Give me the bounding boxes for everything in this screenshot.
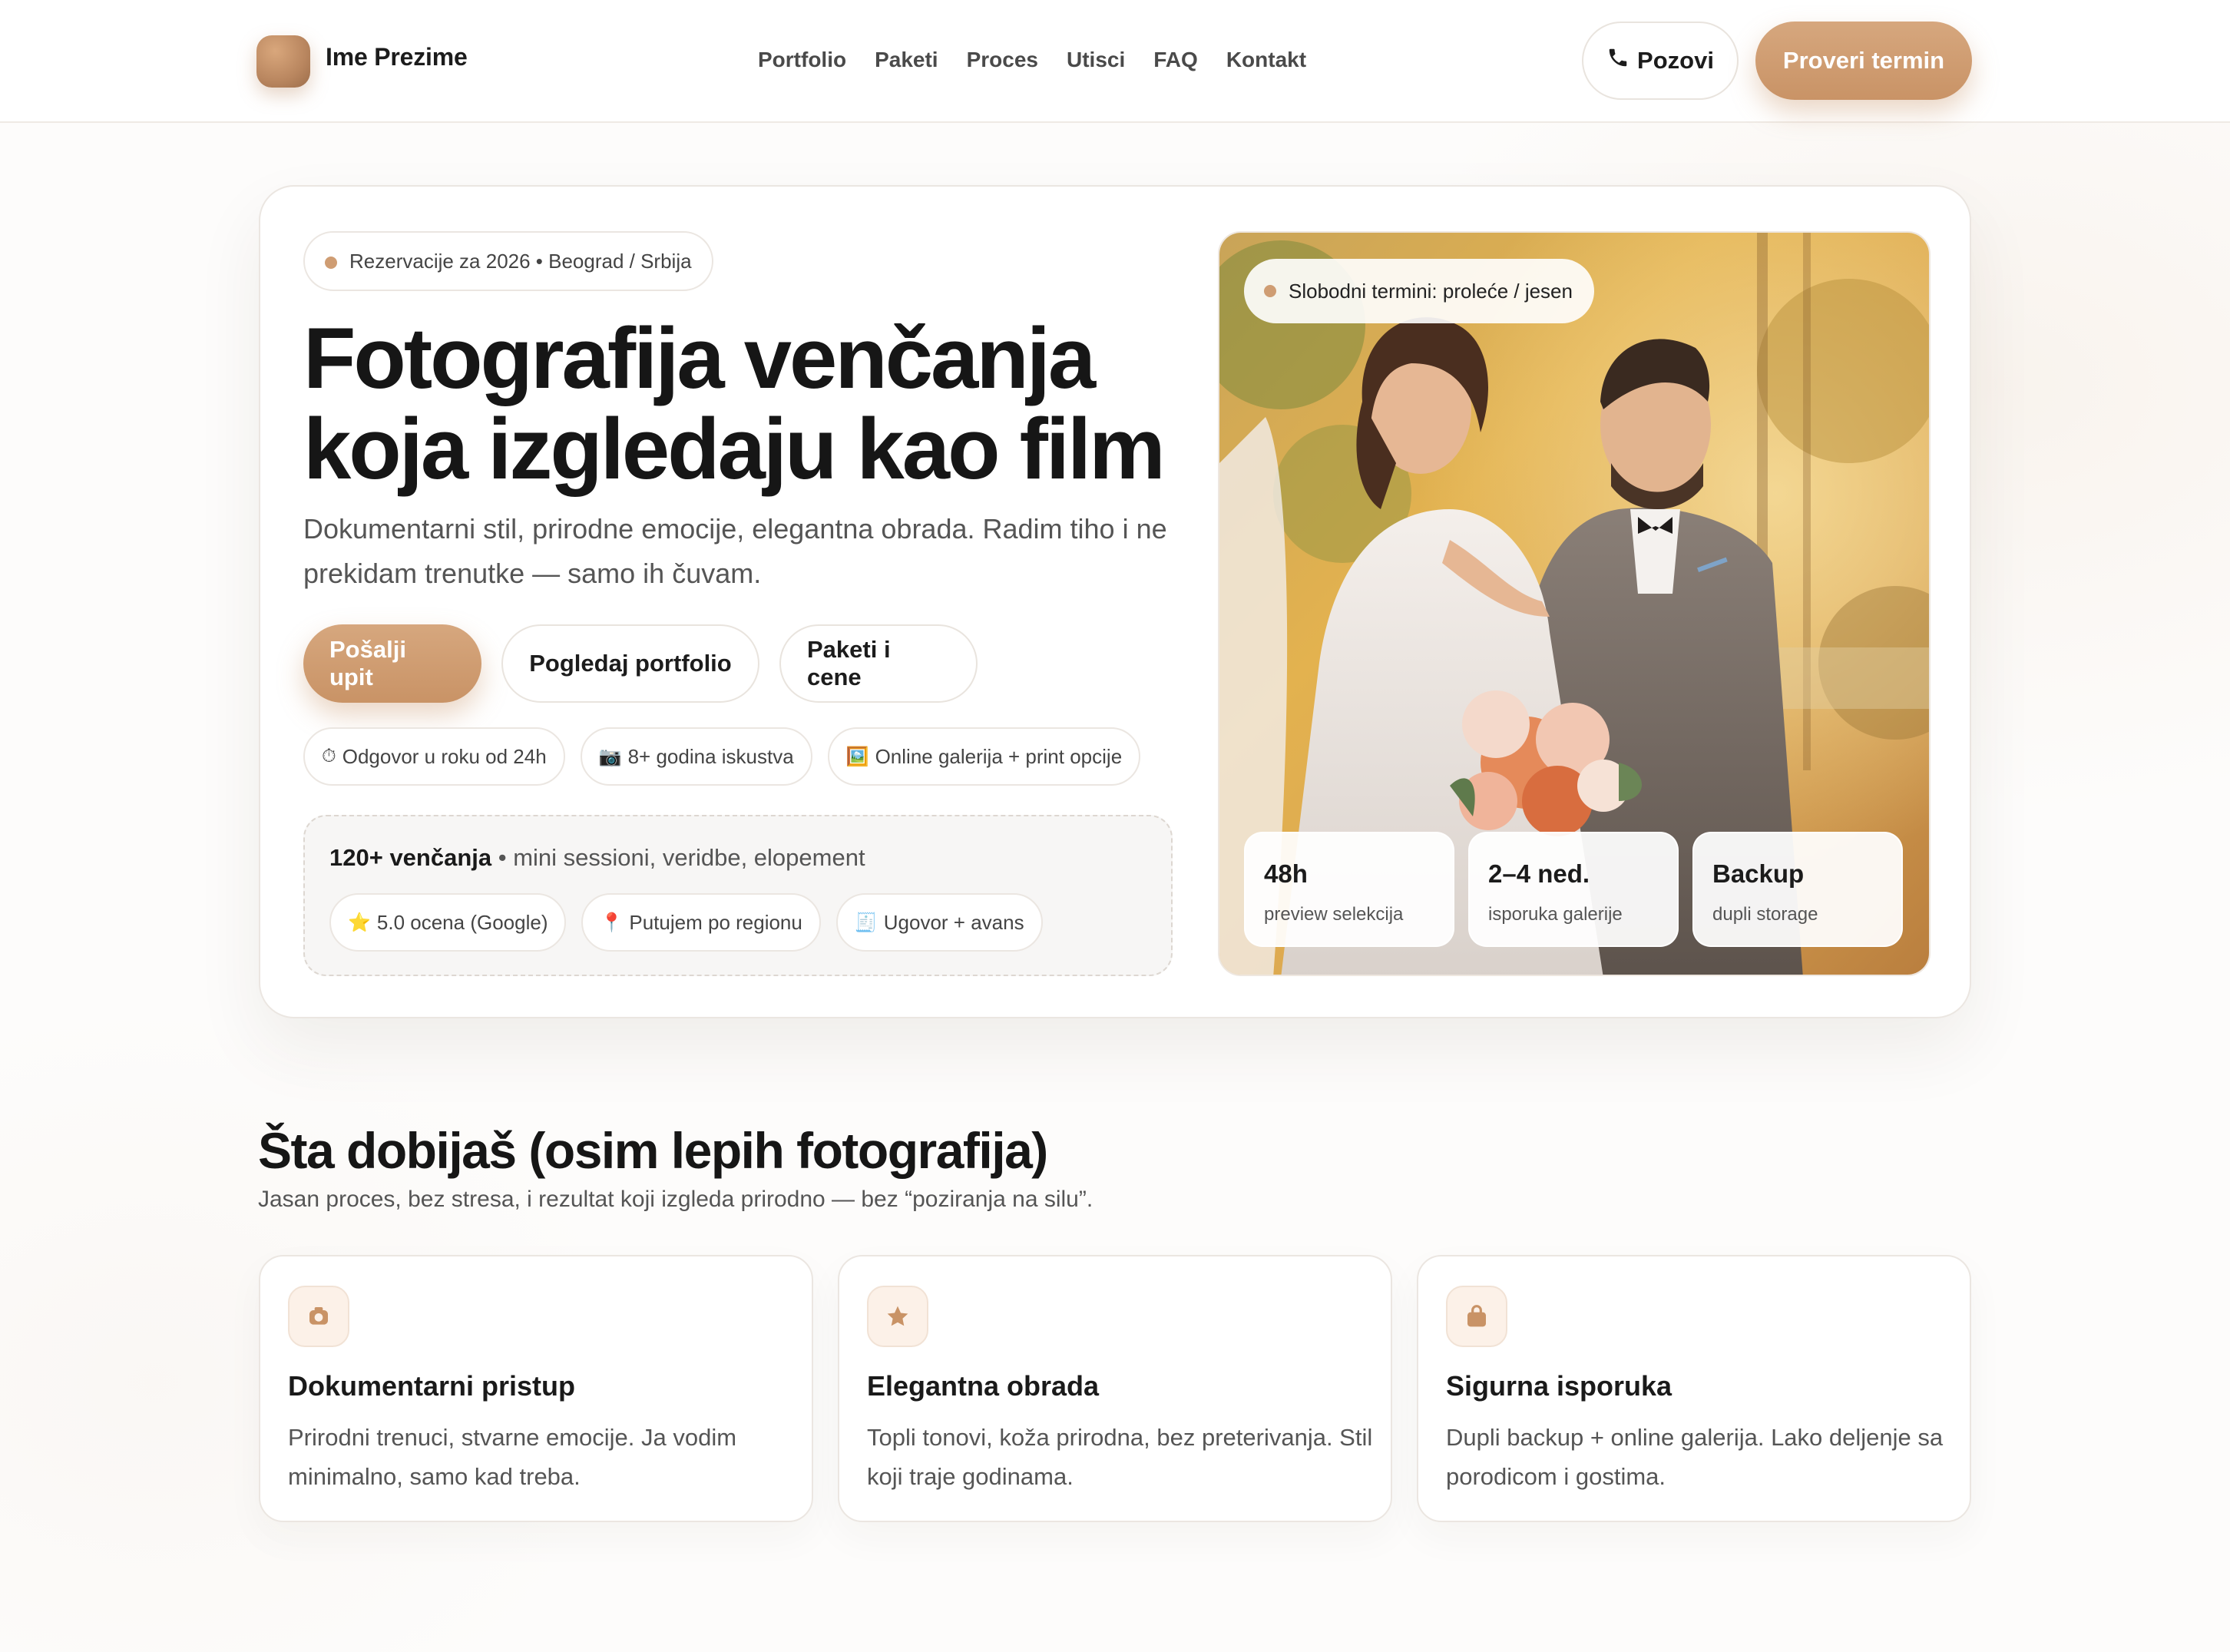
camera-icon: 📷 xyxy=(598,746,622,767)
feature-text: Topli tonovi, koža prirodna, bez preteri… xyxy=(867,1424,1373,1490)
feature-title: Elegantna obrada xyxy=(867,1370,1100,1402)
stats-chip-row: ⭐ 5.0 ocena (Google) 📍 Putujem po region… xyxy=(329,893,1043,952)
hero-card: Rezervacije za 2026 • Beograd / Srbija F… xyxy=(259,185,1971,1018)
travel-chip: 📍 Putujem po regionu xyxy=(581,893,821,952)
hero-cta-row: Pošalji upit Pogledaj portfolio Paketi i… xyxy=(303,624,978,703)
call-button[interactable]: Pozovi xyxy=(1582,22,1739,100)
delivery-stat-card: 2–4 ned. isporuka galerije xyxy=(1468,832,1679,947)
reservation-badge-text: Rezervacije za 2026 • Beograd / Srbija xyxy=(349,249,692,273)
phone-icon xyxy=(1606,46,1629,75)
stats-headline-rest: • mini sessioni, veridbe, elopement xyxy=(491,844,865,871)
star-icon xyxy=(867,1286,928,1347)
stopwatch-icon: ⏱ xyxy=(322,746,336,766)
feature-card-delivery: Sigurna isporuka Dupli backup + online g… xyxy=(1417,1255,1971,1522)
check-date-button[interactable]: Proveri termin xyxy=(1755,22,1972,100)
response-time-chip: ⏱ Odgovor u roku od 24h xyxy=(303,727,565,786)
travel-chip-text: Putujem po regionu xyxy=(629,910,802,934)
nav-item-kontakt[interactable]: Kontakt xyxy=(1226,48,1306,72)
features-title: Šta dobijaš (osim lepih fotografija) xyxy=(258,1122,1048,1179)
nav-item-portfolio[interactable]: Portfolio xyxy=(758,48,846,72)
status-dot-icon xyxy=(325,257,337,269)
hero-chip-row: ⏱ Odgovor u roku od 24h 📷 8+ godina isku… xyxy=(303,727,1141,786)
free-dates-text: Slobodni termini: proleće / jesen xyxy=(1289,279,1573,303)
stats-box: 120+ venčanja • mini sessioni, veridbe, … xyxy=(303,815,1173,976)
response-time-chip-text: Odgovor u roku od 24h xyxy=(342,744,547,768)
stats-headline: 120+ venčanja • mini sessioni, veridbe, … xyxy=(329,844,865,872)
pin-icon: 📍 xyxy=(600,912,624,933)
backup-stat-card: Backup dupli storage xyxy=(1692,832,1903,947)
packages-prices-button[interactable]: Paketi i cene xyxy=(779,624,978,703)
feature-text: Prirodni trenuci, stvarne emocije. Ja vo… xyxy=(288,1424,737,1490)
gallery-chip: 🖼️ Online galerija + print opcije xyxy=(827,727,1141,786)
status-dot-icon xyxy=(1264,285,1276,297)
experience-chip: 📷 8+ godina iskustva xyxy=(580,727,812,786)
hero-title-line-2: koja izgledaju kao film xyxy=(303,401,1166,497)
logo-icon[interactable] xyxy=(256,35,310,88)
feature-title: Sigurna isporuka xyxy=(1446,1370,1672,1402)
nav-item-paketi[interactable]: Paketi xyxy=(875,48,938,72)
feature-title: Dokumentarni pristup xyxy=(288,1370,576,1402)
wedding-couple-photo: Slobodni termini: proleće / jesen 48h pr… xyxy=(1218,231,1931,976)
star-icon: ⭐ xyxy=(348,912,371,933)
contract-chip: 🧾 Ugovor + avans xyxy=(835,893,1043,952)
preview-stat-card: 48h preview selekcija xyxy=(1244,832,1454,947)
send-inquiry-button[interactable]: Pošalji upit xyxy=(303,624,481,703)
rating-chip-text: 5.0 ocena (Google) xyxy=(376,910,548,934)
weddings-count: 120+ venčanja xyxy=(329,844,492,871)
rating-chip: ⭐ 5.0 ocena (Google) xyxy=(329,893,567,952)
nav-item-faq[interactable]: FAQ xyxy=(1153,48,1198,72)
experience-chip-text: 8+ godina iskustva xyxy=(627,744,794,768)
bag-icon xyxy=(1446,1286,1507,1347)
stat-value: 2–4 ned. xyxy=(1488,859,1590,888)
call-button-label: Pozovi xyxy=(1637,47,1714,74)
hero-title: Fotografija venčanja koja izgledaju kao … xyxy=(303,313,1179,495)
camera-icon xyxy=(288,1286,349,1347)
stat-label: dupli storage xyxy=(1712,904,1818,925)
hero-subtitle: Dokumentarni stil, prirodne emocije, ele… xyxy=(303,513,1167,589)
reservation-badge: Rezervacije za 2026 • Beograd / Srbija xyxy=(303,231,713,291)
hero-title-line-1: Fotografija venčanja xyxy=(303,310,1096,406)
site-header: Ime Prezime Portfolio Paketi Proces Utis… xyxy=(0,0,2230,123)
stat-label: isporuka galerije xyxy=(1488,904,1623,925)
nav-item-utisci[interactable]: Utisci xyxy=(1067,48,1125,72)
brand-name[interactable]: Ime Prezime xyxy=(326,43,468,71)
stat-value: 48h xyxy=(1264,859,1308,888)
picture-icon: 🖼️ xyxy=(845,746,869,767)
feature-card-editing: Elegantna obrada Topli tonovi, koža prir… xyxy=(838,1255,1392,1522)
view-portfolio-button[interactable]: Pogledaj portfolio xyxy=(501,624,759,703)
features-subtitle: Jasan proces, bez stresa, i rezultat koj… xyxy=(258,1187,1093,1212)
main-nav: Portfolio Paketi Proces Utisci FAQ Konta… xyxy=(758,48,1306,72)
stat-label: preview selekcija xyxy=(1264,904,1404,925)
nav-item-proces[interactable]: Proces xyxy=(967,48,1038,72)
receipt-icon: 🧾 xyxy=(854,912,878,933)
stat-value: Backup xyxy=(1712,859,1805,888)
feature-text: Dupli backup + online galerija. Lako del… xyxy=(1446,1424,1944,1490)
free-dates-badge: Slobodni termini: proleće / jesen xyxy=(1244,259,1594,323)
feature-card-documentary: Dokumentarni pristup Prirodni trenuci, s… xyxy=(259,1255,813,1522)
contract-chip-text: Ugovor + avans xyxy=(883,910,1024,934)
gallery-chip-text: Online galerija + print opcije xyxy=(875,744,1123,768)
